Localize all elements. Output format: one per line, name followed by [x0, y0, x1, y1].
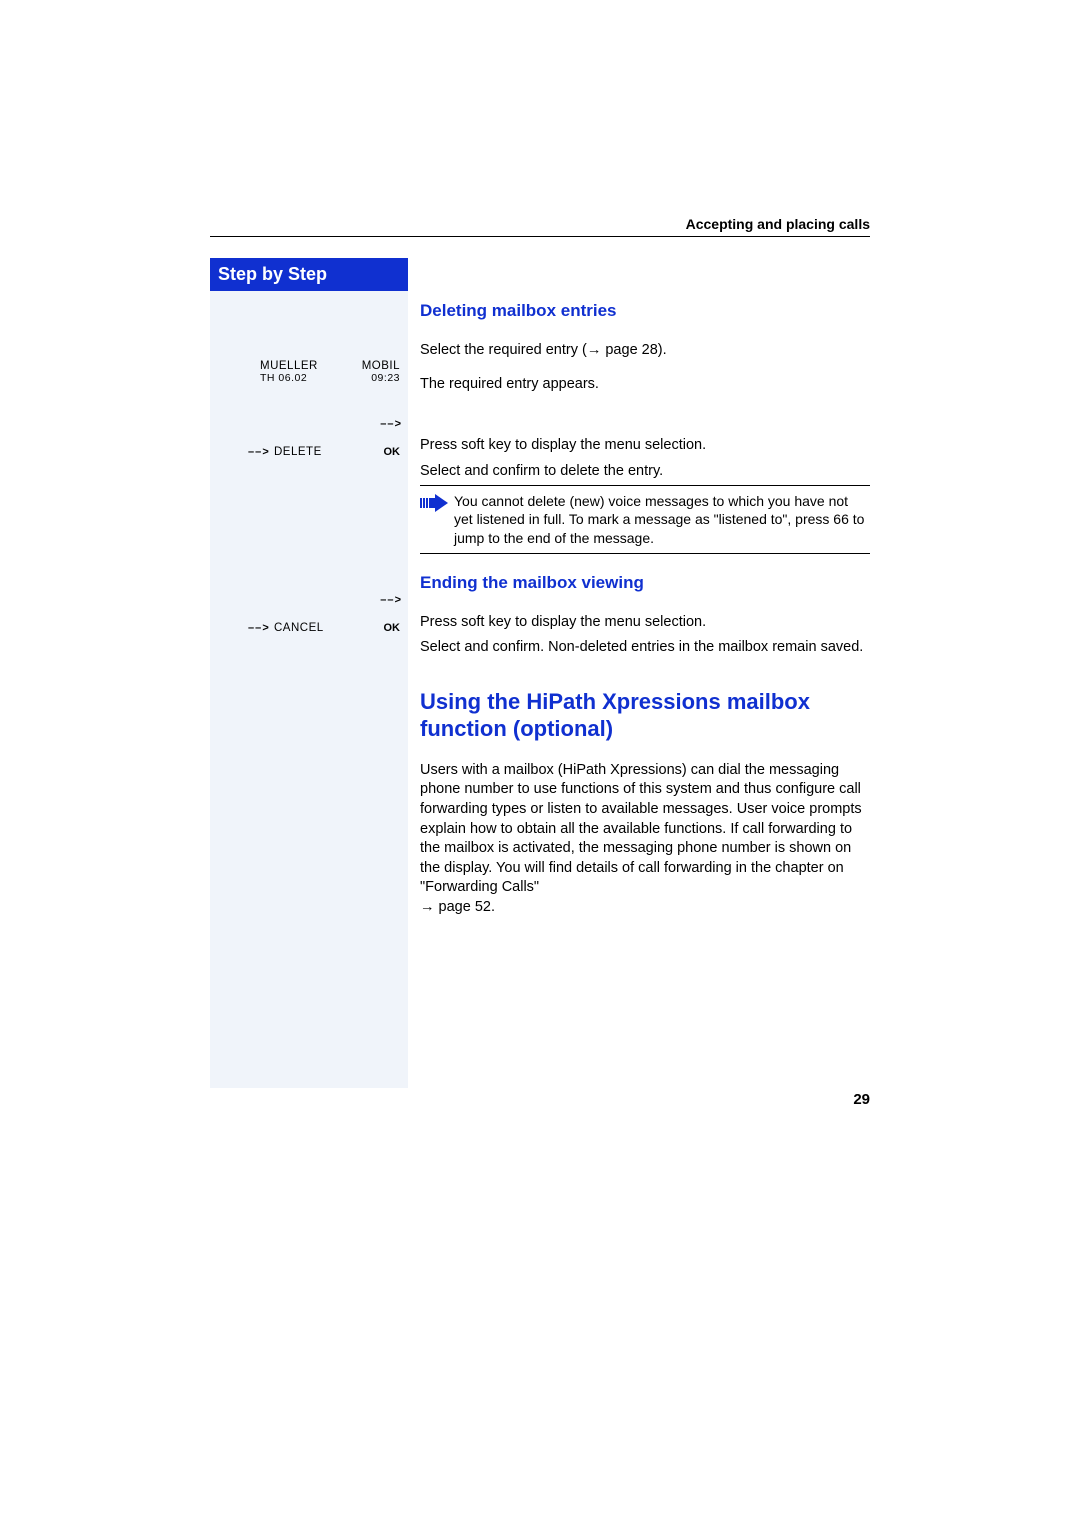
note-icon	[420, 492, 454, 547]
arrow-prefix-icon: – – >	[248, 621, 268, 636]
page-ref-arrow-icon: →	[587, 342, 602, 358]
arrow-prefix-icon: – – >	[248, 445, 268, 460]
heading-ending-mailbox: Ending the mailbox viewing	[420, 572, 870, 595]
instruction-select-entry: Select the required entry (→ page 28).	[420, 341, 870, 361]
header-rule	[210, 236, 870, 237]
phone-display-type: MOBIL	[362, 360, 400, 372]
phone-display-name: MUELLER	[260, 360, 318, 372]
running-header: Accepting and placing calls	[686, 216, 870, 232]
manual-page: Accepting and placing calls Step by Step…	[0, 0, 1080, 1528]
page-number: 29	[853, 1091, 870, 1108]
page-ref-link[interactable]: page 52.	[435, 899, 495, 915]
content-columns: Step by Step MUELLER MOBIL TH 06.02 09:2…	[210, 258, 870, 1088]
softkey-arrow-icon: – – >	[380, 417, 400, 432]
text-fragment: Users with a mailbox (HiPath Xpressions)…	[420, 762, 862, 895]
hipath-body: Users with a mailbox (HiPath Xpressions)…	[420, 761, 870, 918]
body-column: Deleting mailbox entries Select the requ…	[408, 258, 870, 1088]
page-ref-link[interactable]: page 28).	[601, 342, 666, 358]
note-text: You cannot delete (new) voice messages t…	[454, 492, 870, 547]
display-option-cancel: CANCEL	[274, 621, 324, 637]
ok-key-label: OK	[384, 621, 401, 636]
step-by-step-title: Step by Step	[210, 258, 408, 291]
ok-key-label: OK	[384, 445, 401, 460]
instruction-confirm-end: Select and confirm. Non-deleted entries …	[420, 638, 870, 658]
display-option-delete: DELETE	[274, 445, 322, 461]
softkey-arrow-icon: – – >	[380, 593, 400, 608]
heading-deleting-mailbox: Deleting mailbox entries	[420, 300, 870, 323]
phone-display-time: 09:23	[371, 372, 400, 384]
heading-hipath-mailbox: Using the HiPath Xpressions mailbox func…	[420, 688, 870, 743]
phone-display: MUELLER MOBIL TH 06.02 09:23	[260, 360, 400, 384]
text-fragment: Select the required entry (	[420, 342, 587, 358]
instruction-confirm-delete: Select and confirm to delete the entry.	[420, 462, 870, 482]
note-box: You cannot delete (new) voice messages t…	[420, 485, 870, 554]
phone-display-date: TH 06.02	[260, 372, 307, 384]
step-by-step-column: Step by Step MUELLER MOBIL TH 06.02 09:2…	[210, 258, 408, 1088]
instruction-press-softkey-2: Press soft key to display the menu selec…	[420, 613, 870, 633]
instruction-entry-appears: The required entry appears.	[420, 375, 870, 395]
page-ref-arrow-icon: →	[420, 899, 435, 915]
instruction-press-softkey: Press soft key to display the menu selec…	[420, 436, 870, 456]
